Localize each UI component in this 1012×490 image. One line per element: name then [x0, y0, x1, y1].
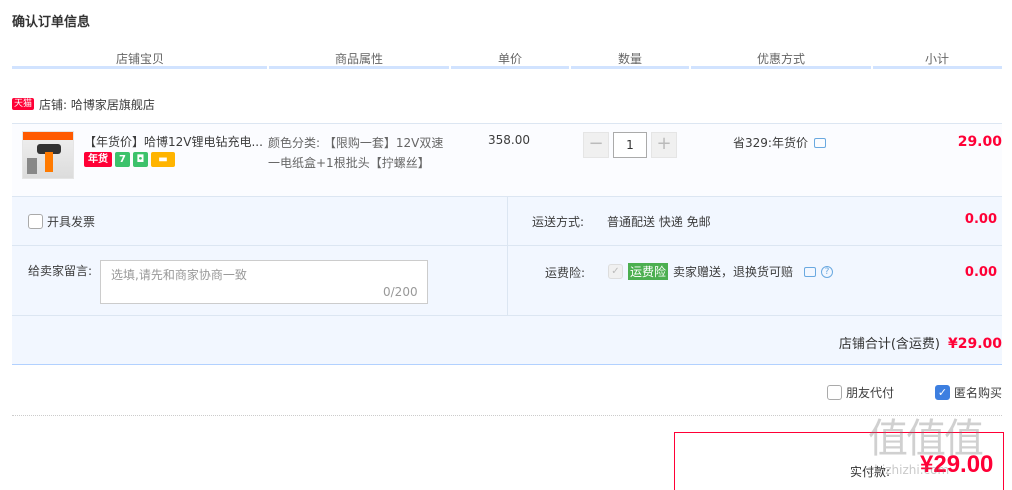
unit-price: 358.00 [488, 133, 530, 147]
message-label: 给卖家留言: [28, 264, 93, 278]
watermark-url: zhizhizhi.com [868, 463, 950, 477]
insurance-label: 运费险: [545, 266, 586, 280]
item-subtotal: 29.00 [957, 134, 1002, 150]
invoice-option: 开具发票 [28, 213, 95, 230]
product-title-link[interactable]: 【年货价】哈博12V锂电钻充电... [84, 133, 264, 150]
header-separator [267, 66, 269, 69]
section-divider [12, 415, 1002, 416]
message-placeholder: 选填,请先和商家协商一致 [111, 268, 247, 282]
watermark-logo: 值值值 [868, 416, 984, 462]
header-separator [449, 66, 451, 69]
attr-line-1: 颜色分类: 【限购一套】12V双速 [268, 136, 444, 150]
invoice-label: 开具发票 [47, 215, 96, 229]
shop-total-amount: ¥29.00 [947, 336, 1002, 352]
insurance-checkbox: ✓ [608, 264, 623, 279]
options-divider [12, 245, 1002, 246]
seven-day-return-icon: 7 [115, 152, 130, 167]
attr-line-2: 一电纸盒+1根批头【拧螺丝】 [268, 156, 430, 170]
header-separator [569, 66, 571, 69]
shipping-amount: 0.00 [964, 212, 997, 227]
comment-icon[interactable] [813, 137, 826, 148]
friend-pay-option: 朋友代付 [827, 384, 894, 401]
comment-icon[interactable] [804, 266, 817, 277]
message-char-count: 0/200 [383, 285, 418, 299]
product-attributes: 颜色分类: 【限购一套】12V双速 一电纸盒+1根批头【拧螺丝】 [268, 133, 458, 173]
insurance-text: 卖家赠送，退换货可赔 [673, 265, 794, 279]
invoice-checkbox[interactable] [28, 214, 43, 229]
tmall-icon: 天猫 [12, 98, 35, 110]
anonymous-checkbox[interactable]: ✓ [935, 385, 950, 400]
header-divider [12, 66, 1002, 69]
anonymous-label: 匿名购买 [954, 386, 1003, 400]
guarantee-icon: ◘ [133, 152, 148, 167]
discount-info: 省329:年货价 [733, 134, 826, 151]
friend-pay-label: 朋友代付 [846, 386, 895, 400]
product-thumbnail[interactable] [22, 131, 74, 179]
shop-total-label: 店铺合计(含运费) [838, 337, 940, 352]
insurance-option: ✓ 运费险 卖家赠送，退换货可赔 ? [608, 263, 834, 280]
quantity-input[interactable]: 1 [613, 132, 647, 158]
nianhuo-icon: 年货 [84, 152, 112, 167]
header-separator [871, 66, 873, 69]
quantity-minus-button[interactable]: − [583, 132, 609, 158]
help-icon[interactable]: ? [821, 265, 834, 278]
options-divider [507, 197, 508, 315]
quantity-plus-button[interactable]: + [651, 132, 677, 158]
product-service-icons: 年货 7 ◘ ▬ [84, 152, 175, 167]
insurance-badge: 运费险 [628, 263, 669, 280]
credit-card-icon: ▬ [151, 152, 175, 167]
options-divider [12, 315, 1002, 316]
shipping-method: 普通配送 快递 免邮 [607, 215, 711, 229]
header-separator [689, 66, 691, 69]
shipping-label: 运送方式: [532, 215, 585, 229]
quantity-stepper: − 1 + [583, 132, 677, 158]
insurance-amount: 0.00 [964, 265, 997, 280]
page-title: 确认订单信息 [12, 15, 91, 30]
shop-row: 天猫 店铺: 哈博家居旗舰店 [12, 95, 155, 113]
shop-total: 店铺合计(含运费) ¥29.00 [839, 333, 1002, 352]
anonymous-option: ✓ 匿名购买 [935, 384, 1002, 401]
discount-text: 省329:年货价 [733, 136, 808, 150]
friend-pay-checkbox[interactable] [827, 385, 842, 400]
shop-name-link[interactable]: 店铺: 哈博家居旗舰店 [39, 96, 155, 113]
